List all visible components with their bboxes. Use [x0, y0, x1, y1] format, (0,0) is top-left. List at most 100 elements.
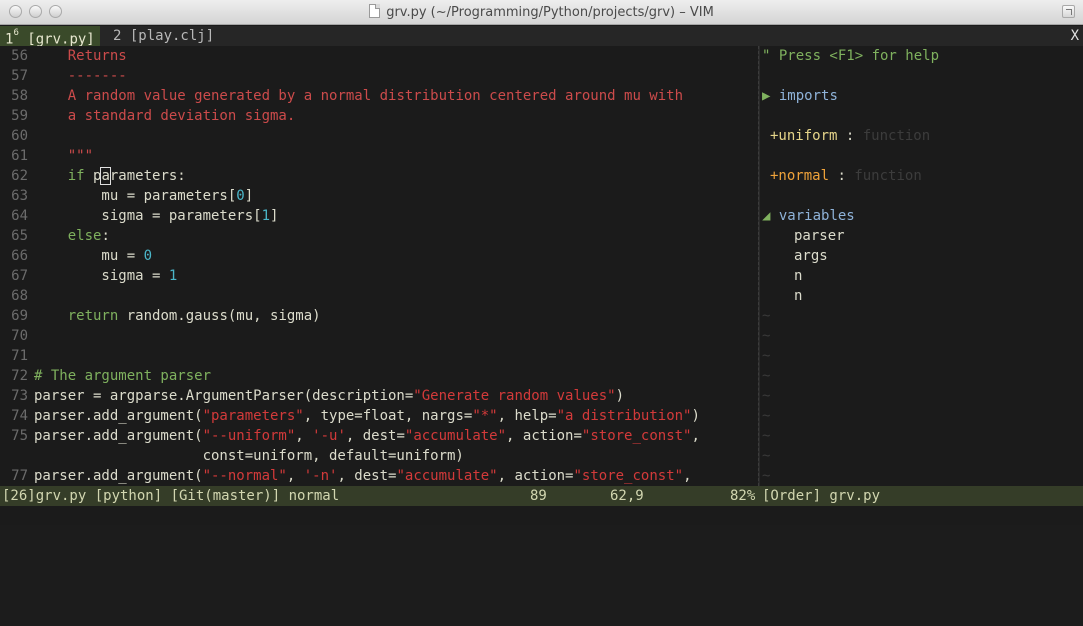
- code-token: "Generate random values": [413, 388, 616, 404]
- code-token: , dest=: [337, 468, 397, 484]
- tag-separator: :: [829, 168, 855, 184]
- tag-variable[interactable]: n: [794, 286, 802, 306]
- status-scroll-percent: 82%: [730, 488, 756, 504]
- code-token: "--normal": [202, 468, 287, 484]
- document-icon[interactable]: [369, 4, 381, 18]
- code-line[interactable]: 77 parser.add_argument("--normal", '-n', …: [0, 466, 691, 486]
- line-number: 73: [11, 388, 28, 404]
- code-token: parser.add_argument(: [34, 408, 203, 424]
- line-number: 77: [11, 468, 28, 484]
- code-token: , action=: [506, 428, 582, 444]
- code-line[interactable]: 64 sigma = parameters[1]: [0, 206, 278, 226]
- empty-line-marker: ~: [762, 388, 771, 404]
- code-line[interactable]: 72 # The argument parser: [0, 366, 211, 386]
- line-number: 56: [11, 48, 28, 64]
- code-line[interactable]: 71: [0, 346, 34, 366]
- line-number: 72: [11, 368, 28, 384]
- code-line[interactable]: 66 mu = 0: [0, 246, 152, 266]
- code-token: ): [691, 408, 700, 424]
- code-token: Returns: [67, 48, 127, 64]
- command-line[interactable]: [0, 506, 1083, 525]
- code-line[interactable]: 61 """: [0, 146, 93, 166]
- line-number: 69: [11, 308, 28, 324]
- code-line[interactable]: 70: [0, 326, 34, 346]
- code-line[interactable]: 73 parser = argparse.ArgumentParser(descr…: [0, 386, 624, 406]
- code-line[interactable]: 75 parser.add_argument("--uniform", '-u',…: [0, 426, 700, 446]
- tag-type: function: [854, 168, 922, 184]
- code-token: 0: [236, 188, 245, 204]
- code-line[interactable]: 60: [0, 126, 34, 146]
- code-line[interactable]: 74 parser.add_argument("parameters", type…: [0, 406, 700, 426]
- tagbar-kind-imports[interactable]: ▶ imports: [762, 86, 838, 106]
- code-line[interactable]: 65 else:: [0, 226, 110, 246]
- code-token: parser.add_argument(: [34, 468, 203, 484]
- status-tagbar-info: [Order] grv.py: [762, 488, 881, 504]
- window-title-text: grv.py (~/Programming/Python/projects/gr…: [386, 5, 714, 20]
- code-line[interactable]: const=uniform, default=uniform): [0, 446, 464, 466]
- line-number: 64: [11, 208, 28, 224]
- code-token: , help=: [497, 408, 557, 424]
- line-number: 75: [11, 428, 28, 444]
- expanded-arrow-icon[interactable]: ◢: [762, 208, 770, 224]
- code-token: "store_const": [581, 428, 692, 444]
- kind-label-variables: variables: [778, 208, 855, 224]
- code-line[interactable]: 69 return random.gauss(mu, sigma): [0, 306, 321, 326]
- collapsed-arrow-icon[interactable]: ▶: [762, 88, 770, 104]
- code-line[interactable]: 67 sigma = 1: [0, 266, 177, 286]
- code-token: "store_const": [573, 468, 684, 484]
- fullscreen-icon[interactable]: [1062, 5, 1075, 18]
- code-line[interactable]: 62 if parameters:: [0, 166, 186, 186]
- code-token: parser = argparse.ArgumentParser(descrip…: [34, 388, 414, 404]
- tag-uniform[interactable]: +uniform : function: [770, 126, 930, 146]
- code-token: random.gauss(mu, sigma): [118, 308, 321, 324]
- close-tab-button[interactable]: X: [1071, 26, 1079, 46]
- line-number: 67: [11, 268, 28, 284]
- tab-grv-py[interactable]: 16 [grv.py]: [0, 26, 100, 48]
- code-token: "accumulate": [396, 468, 498, 484]
- code-token: rameters:: [109, 168, 186, 184]
- status-line-count: 89: [530, 488, 547, 504]
- vertical-split-divider[interactable]: [758, 46, 760, 486]
- code-editor[interactable]: 56 Returns 57 ------- 58 A random value ge…: [0, 46, 758, 486]
- code-token: # The argument parser: [34, 368, 212, 384]
- text-cursor: a: [100, 167, 111, 185]
- empty-line-marker: ~: [762, 368, 771, 384]
- tab-window-count: 6: [13, 28, 19, 38]
- code-token: -------: [67, 68, 127, 84]
- tagbar-kind-variables[interactable]: ◢ variables: [762, 206, 855, 226]
- tag-type: function: [862, 128, 931, 144]
- tag-variable[interactable]: args: [794, 246, 828, 266]
- code-token: mu =: [34, 248, 144, 264]
- code-line[interactable]: 68: [0, 286, 34, 306]
- code-token: , dest=: [345, 428, 405, 444]
- code-token: mu = parameters[: [34, 188, 237, 204]
- empty-line-marker: ~: [762, 428, 771, 444]
- code-token: ,: [295, 428, 313, 444]
- tagbar-pane[interactable]: " Press <F1> for help ▶ imports +uniform…: [762, 46, 1083, 486]
- code-token: A random value generated by a normal dis…: [67, 88, 684, 104]
- tag-variable[interactable]: parser: [794, 226, 845, 246]
- line-number: 62: [11, 168, 28, 184]
- code-line[interactable]: 59 a standard deviation sigma.: [0, 106, 295, 126]
- code-line[interactable]: 63 mu = parameters[0]: [0, 186, 253, 206]
- tag-normal[interactable]: +normal : function: [770, 166, 922, 186]
- code-token: ,: [286, 468, 304, 484]
- code-line[interactable]: 58 A random value generated by a normal …: [0, 86, 683, 106]
- code-token: ,: [691, 428, 700, 444]
- code-token: "--uniform": [202, 428, 296, 444]
- line-number: 61: [11, 148, 28, 164]
- code-token: '-n': [303, 468, 338, 484]
- tag-name: +uniform: [770, 128, 838, 144]
- line-number: 66: [11, 248, 28, 264]
- tag-name: +normal: [770, 168, 830, 184]
- tab-play-clj[interactable]: 2 [play.clj]: [108, 26, 219, 46]
- window-title: grv.py (~/Programming/Python/projects/gr…: [0, 4, 1083, 20]
- code-token: '-u': [312, 428, 346, 444]
- status-line: [26]grv.py [python] [Git(master)] normal…: [0, 486, 1083, 506]
- code-line[interactable]: 56 Returns: [0, 46, 127, 66]
- tag-variable[interactable]: n: [794, 266, 802, 286]
- code-line[interactable]: 57 -------: [0, 66, 127, 86]
